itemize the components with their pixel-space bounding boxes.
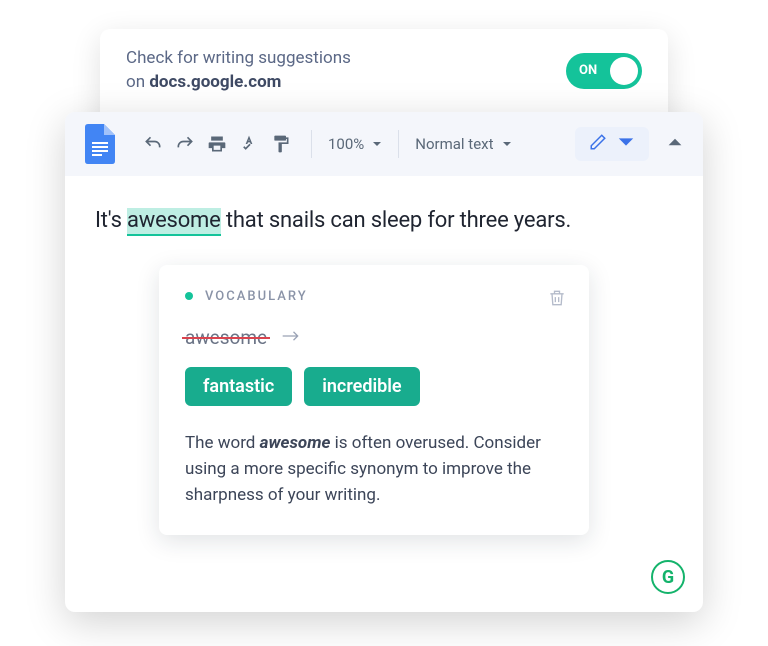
grammarly-badge[interactable]: G (651, 560, 685, 594)
document-body[interactable]: It's awesome that snails can sleep for t… (65, 176, 703, 612)
suggestions-toggle[interactable]: ON (566, 53, 642, 89)
extension-text: Check for writing suggestions on docs.go… (126, 47, 351, 95)
sentence-text-post: that snails can sleep for three years. (221, 208, 571, 233)
suggestion-chips: fantastic incredible (185, 367, 563, 406)
redo-button[interactable] (171, 130, 199, 158)
document-text[interactable]: It's awesome that snails can sleep for t… (95, 206, 673, 237)
arrow-right-icon (281, 328, 301, 347)
editing-mode-dropdown[interactable] (575, 127, 649, 161)
chevron-down-icon (372, 135, 382, 153)
suggestion-chip[interactable]: fantastic (185, 367, 292, 406)
divider (311, 130, 312, 158)
replaced-word-row: awesome (185, 326, 563, 349)
toggle-label: ON (579, 63, 597, 78)
suggestion-card: VOCABULARY awesome fantastic incredible … (159, 265, 589, 535)
collapse-toolbar-button[interactable] (667, 134, 683, 154)
extension-domain: docs.google.com (149, 72, 281, 92)
chevron-down-icon (617, 133, 635, 155)
strikethrough-word: awesome (185, 326, 267, 349)
spellcheck-button[interactable] (235, 130, 263, 158)
paragraph-style-dropdown[interactable]: Normal text (415, 135, 511, 153)
pencil-icon (589, 133, 607, 155)
style-value: Normal text (415, 135, 493, 153)
card-header: VOCABULARY (185, 289, 563, 304)
sentence-text-pre: It's (95, 208, 127, 233)
paint-format-button[interactable] (267, 130, 295, 158)
badge-letter: G (662, 567, 674, 588)
docs-logo-icon (85, 124, 115, 164)
chevron-down-icon (502, 135, 512, 153)
divider (398, 130, 399, 158)
explanation-text: The word awesome is often overused. Cons… (185, 430, 563, 509)
toolbar: 100% Normal text (65, 112, 703, 176)
dismiss-button[interactable] (547, 287, 567, 313)
zoom-value: 100% (328, 135, 364, 153)
highlighted-word[interactable]: awesome (127, 208, 221, 236)
explain-keyword: awesome (260, 433, 331, 453)
undo-button[interactable] (139, 130, 167, 158)
toggle-knob (610, 57, 638, 85)
category-dot (185, 292, 193, 300)
category-label: VOCABULARY (205, 289, 308, 304)
extension-line1: Check for writing suggestions (126, 48, 351, 68)
print-button[interactable] (203, 130, 231, 158)
extension-line2-prefix: on (126, 72, 149, 92)
zoom-dropdown[interactable]: 100% (328, 135, 382, 153)
suggestion-chip[interactable]: incredible (304, 367, 419, 406)
document-window: 100% Normal text It's awesome that snail… (65, 112, 703, 612)
